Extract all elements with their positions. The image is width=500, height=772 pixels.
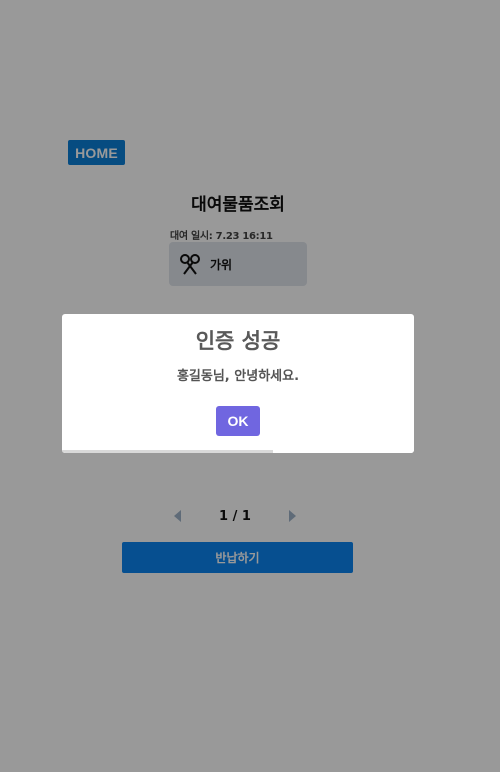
timer-progress-track bbox=[62, 450, 414, 453]
ok-button[interactable]: OK bbox=[216, 406, 260, 436]
auth-success-dialog: 인증 성공 홍길동님, 안녕하세요. OK bbox=[62, 314, 414, 453]
timer-progress-bar bbox=[62, 450, 274, 453]
dialog-message: 홍길동님, 안녕하세요. bbox=[176, 369, 300, 384]
dialog-title: 인증 성공 bbox=[195, 329, 281, 353]
